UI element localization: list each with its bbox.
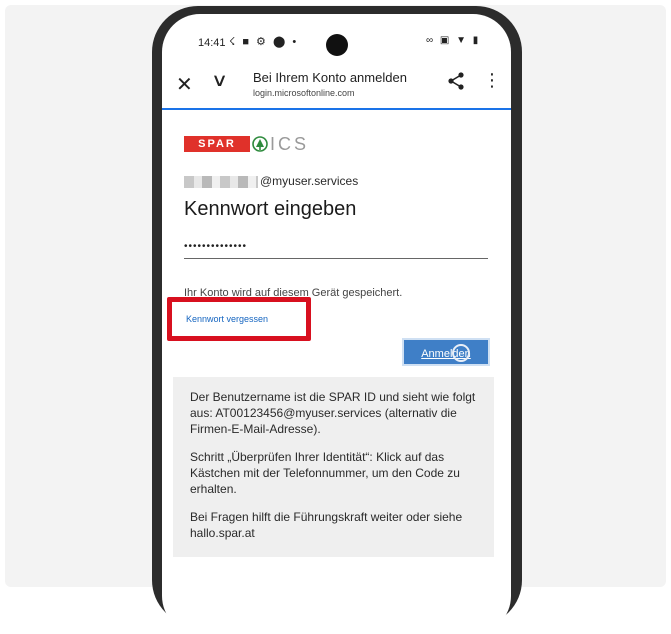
touch-indicator (452, 344, 470, 362)
info-box: Der Benutzername ist die SPAR ID und sie… (173, 377, 494, 557)
forgot-password-highlight (167, 297, 311, 341)
account-identifier: @myuser.services (184, 174, 358, 188)
share-icon[interactable] (445, 70, 467, 92)
front-camera (326, 34, 348, 56)
info-username-text: Der Benutzername ist die SPAR ID und sie… (190, 390, 476, 436)
more-options-icon[interactable]: ⋮ (483, 70, 501, 91)
browser-toolbar: ✕ ∨ Bei Ihrem Konto anmelden login.micro… (162, 62, 511, 110)
status-bar: 14:41 ☇ ■ ⚙ ⬤ • ∞ ▣ ▼ ▮ (162, 14, 511, 62)
system-status-icons: ∞ ▣ ▼ ▮ (426, 35, 481, 46)
info-verification-text: Schritt „Überprüfen Ihrer Identität“: Kl… (190, 450, 460, 496)
close-icon[interactable]: ✕ (176, 72, 193, 97)
status-time: 14:41 (198, 37, 226, 49)
blurred-username (184, 175, 258, 188)
account-domain: @myuser.services (260, 174, 359, 188)
page-title: Bei Ihrem Konto anmelden (253, 70, 407, 85)
page-url: login.microsoftonline.com (253, 88, 355, 98)
sign-in-button[interactable]: Anmelden (402, 338, 490, 366)
logo-ics-text: ICS (270, 134, 310, 154)
notification-icons: ☇ ■ ⚙ ⬤ • (229, 36, 299, 48)
info-help-text: Bei Fragen hilft die Führungskraft weite… (190, 510, 463, 540)
password-heading: Kennwort eingeben (184, 198, 357, 220)
password-input[interactable]: •••••••••••••• (184, 236, 488, 259)
spar-tree-icon (252, 136, 268, 152)
chevron-down-icon[interactable]: ∨ (211, 70, 228, 91)
logo-spar-text: SPAR (184, 136, 250, 152)
